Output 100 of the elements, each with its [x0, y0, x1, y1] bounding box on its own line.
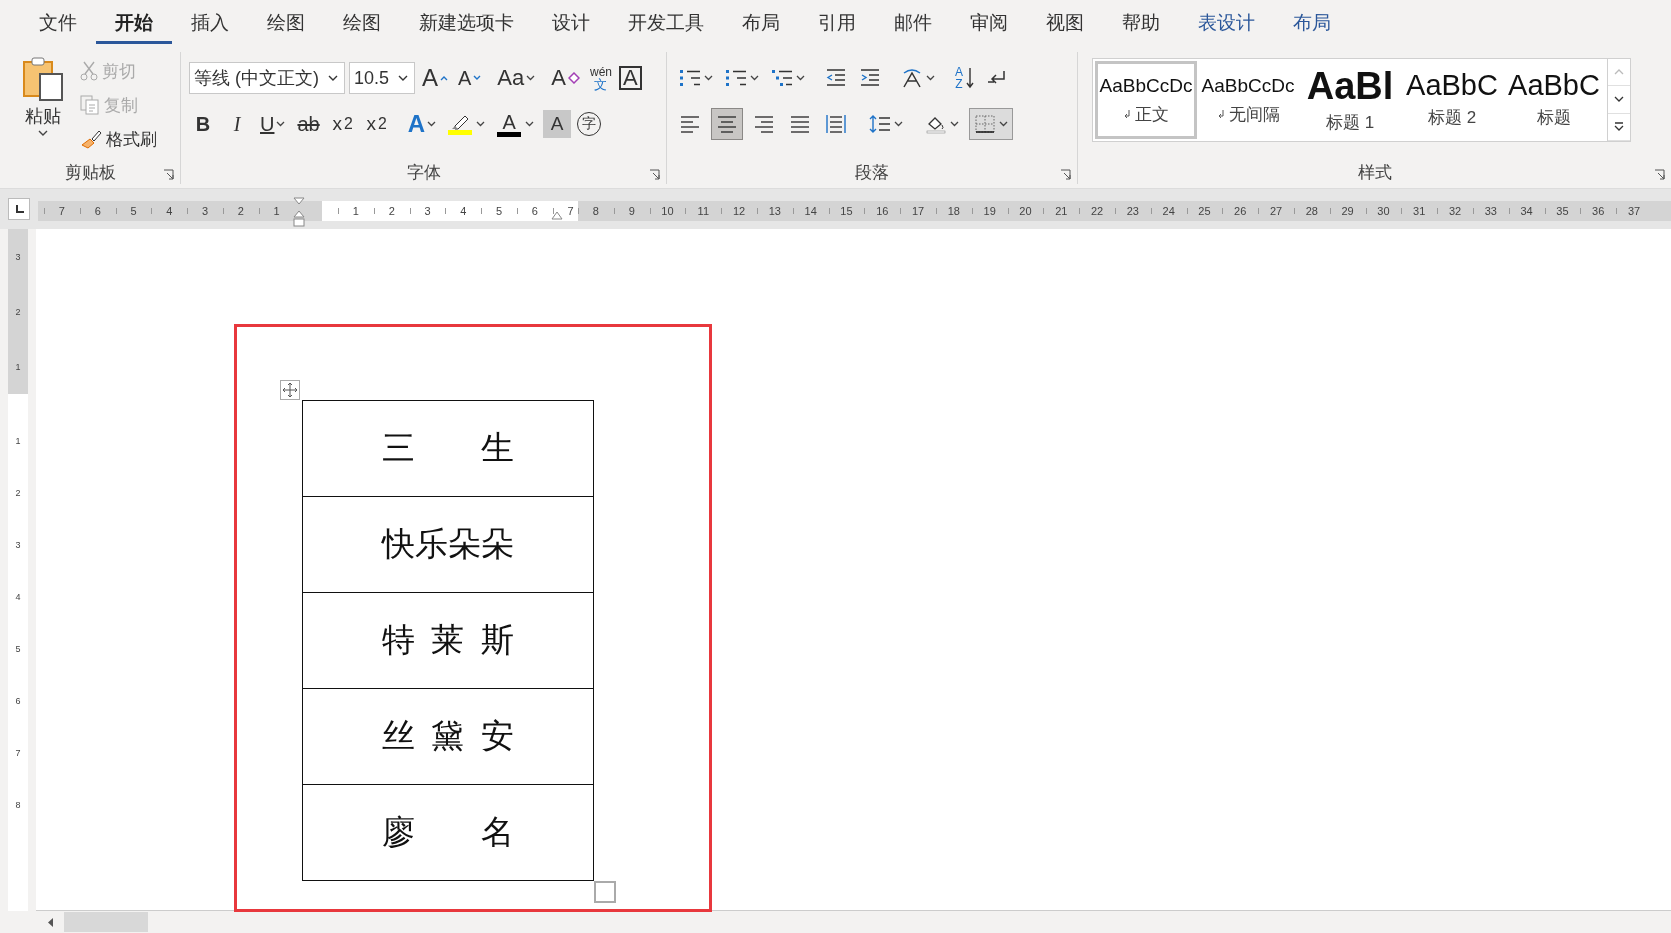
clipboard-action-button[interactable]: 格式刷	[76, 124, 161, 154]
caret-icon	[926, 75, 935, 81]
ruler-number: 5	[15, 643, 21, 656]
move-handle-icon[interactable]	[280, 380, 300, 400]
borders-button[interactable]	[969, 108, 1013, 140]
clear-format-button[interactable]: A	[548, 61, 583, 95]
style-item[interactable]: AaBbCcDc 无间隔	[1197, 61, 1299, 139]
ribbon-tab[interactable]: 绘图	[248, 2, 324, 44]
scroll-down-button[interactable]	[1608, 86, 1630, 114]
style-preview: AaBbCcDc	[1099, 74, 1193, 97]
style-name: 标题	[1537, 107, 1571, 129]
ribbon-tab[interactable]: 绘图	[324, 2, 400, 44]
ribbon-tab[interactable]: 开始	[96, 2, 172, 44]
ribbon-tab[interactable]: 邮件	[875, 2, 951, 44]
ruler-number: 4	[15, 591, 21, 604]
ribbon-tab[interactable]: 引用	[799, 2, 875, 44]
ruler-number: 7	[15, 747, 21, 760]
underline-button[interactable]: U	[257, 107, 289, 141]
table-cell: 丝 黛 安	[303, 689, 593, 785]
ribbon-tab[interactable]: 文件	[20, 2, 96, 44]
ribbon-tab[interactable]: 布局	[723, 2, 799, 44]
alignment-icon	[789, 114, 811, 134]
group-label: 剪贴板	[64, 161, 116, 184]
line-spacing-icon	[869, 114, 891, 134]
ruler-number: 6	[15, 695, 21, 708]
ribbon-tab[interactable]: 帮助	[1103, 2, 1179, 44]
style-preview: AaBbCcDc	[1201, 74, 1295, 97]
ruler-number: 1	[15, 435, 21, 448]
multilevel-list-icon	[771, 68, 793, 88]
scrollbar-thumb[interactable]	[64, 912, 148, 932]
more-styles-button[interactable]	[1608, 113, 1630, 141]
paintbrush-icon	[80, 129, 102, 149]
decrease-indent-icon	[825, 68, 847, 88]
caret-left-icon	[48, 917, 54, 927]
eraser-icon	[567, 72, 580, 84]
style-item[interactable]: AaBbCcDc 正文	[1095, 61, 1197, 139]
dialog-launcher-icon[interactable]	[1654, 169, 1665, 180]
text-effects-button[interactable]: A	[404, 107, 440, 141]
ribbon-tab[interactable]: 设计	[533, 2, 609, 44]
caret-icon	[526, 75, 536, 81]
asian-layout-icon	[901, 67, 923, 89]
caret-icon	[999, 121, 1008, 127]
font-name-field[interactable]: 等线 (中文正文)	[189, 62, 345, 94]
caret-icon	[328, 75, 338, 81]
caret-icon	[750, 75, 759, 81]
caret-icon	[704, 75, 713, 81]
char-shading-button[interactable]: A	[543, 110, 572, 138]
style-item[interactable]: AaBl 标题 1	[1299, 61, 1401, 139]
ruler-number: 2	[15, 487, 21, 500]
table-cell: 三 生	[303, 401, 593, 497]
caret-icon	[38, 130, 48, 136]
style-name: 标题 1	[1325, 111, 1375, 134]
style-item[interactable]: AaBbC 标题	[1503, 61, 1605, 139]
scissors-icon	[80, 61, 98, 81]
ribbon-tab[interactable]: 插入	[172, 2, 248, 44]
dialog-launcher-icon[interactable]	[163, 169, 174, 180]
align-center-button[interactable]	[711, 108, 743, 140]
style-preview: AaBbC	[1508, 71, 1600, 100]
ruler-number: 3	[15, 250, 21, 264]
down-arrow-icon	[966, 67, 974, 89]
pinyin-button[interactable]: wén 文	[586, 61, 615, 95]
group-label: 样式	[1357, 161, 1392, 184]
font-size-field[interactable]: 10.5	[349, 62, 415, 94]
tab-stop-selector[interactable]	[8, 198, 30, 220]
grow-font-button[interactable]: A	[419, 61, 451, 95]
ribbon-tab[interactable]: 视图	[1027, 2, 1103, 44]
alignment-icon	[753, 114, 775, 134]
ribbon-tab[interactable]: 审阅	[951, 2, 1027, 44]
strikethrough-button[interactable]: ab	[294, 107, 323, 141]
expand-icon	[1614, 122, 1624, 132]
shrink-font-button[interactable]: A	[455, 61, 485, 95]
caret-icon	[525, 121, 535, 127]
alignment-icon	[825, 114, 847, 134]
left-tab-icon	[14, 204, 24, 214]
bullet-list-icon	[679, 68, 701, 88]
indent-marker-icon[interactable]	[551, 211, 563, 221]
ribbon-tab[interactable]: 布局	[1274, 2, 1350, 44]
style-name: 无间隔	[1216, 102, 1280, 126]
ribbon-tab[interactable]: 表设计	[1179, 2, 1274, 44]
font-color-button[interactable]: A	[494, 107, 538, 141]
dialog-launcher-icon[interactable]	[1060, 169, 1071, 180]
style-item[interactable]: AaBbC 标题 2	[1401, 61, 1503, 139]
italic-button[interactable]: I	[223, 107, 251, 141]
style-name: 标题 2	[1427, 107, 1477, 129]
char-border-button[interactable]: A	[619, 66, 642, 90]
sort-button[interactable]: A Z	[951, 62, 978, 94]
bold-button[interactable]: B	[189, 107, 217, 141]
caret-icon	[427, 121, 437, 127]
ribbon-tab[interactable]: 新建选项卡	[400, 2, 533, 44]
caret-icon	[476, 121, 486, 127]
caret-icon	[440, 75, 448, 81]
dialog-launcher-icon[interactable]	[649, 169, 660, 180]
group-label: 字体	[406, 161, 441, 184]
alignment-icon	[679, 114, 701, 134]
paste-button[interactable]: 粘贴	[18, 52, 68, 160]
resize-handle[interactable]	[594, 881, 616, 903]
change-case-button[interactable]: Aa	[494, 61, 539, 95]
indent-marker-icon[interactable]	[293, 197, 305, 229]
ribbon-tab[interactable]: 开发工具	[609, 2, 723, 44]
caret-icon	[473, 75, 482, 81]
